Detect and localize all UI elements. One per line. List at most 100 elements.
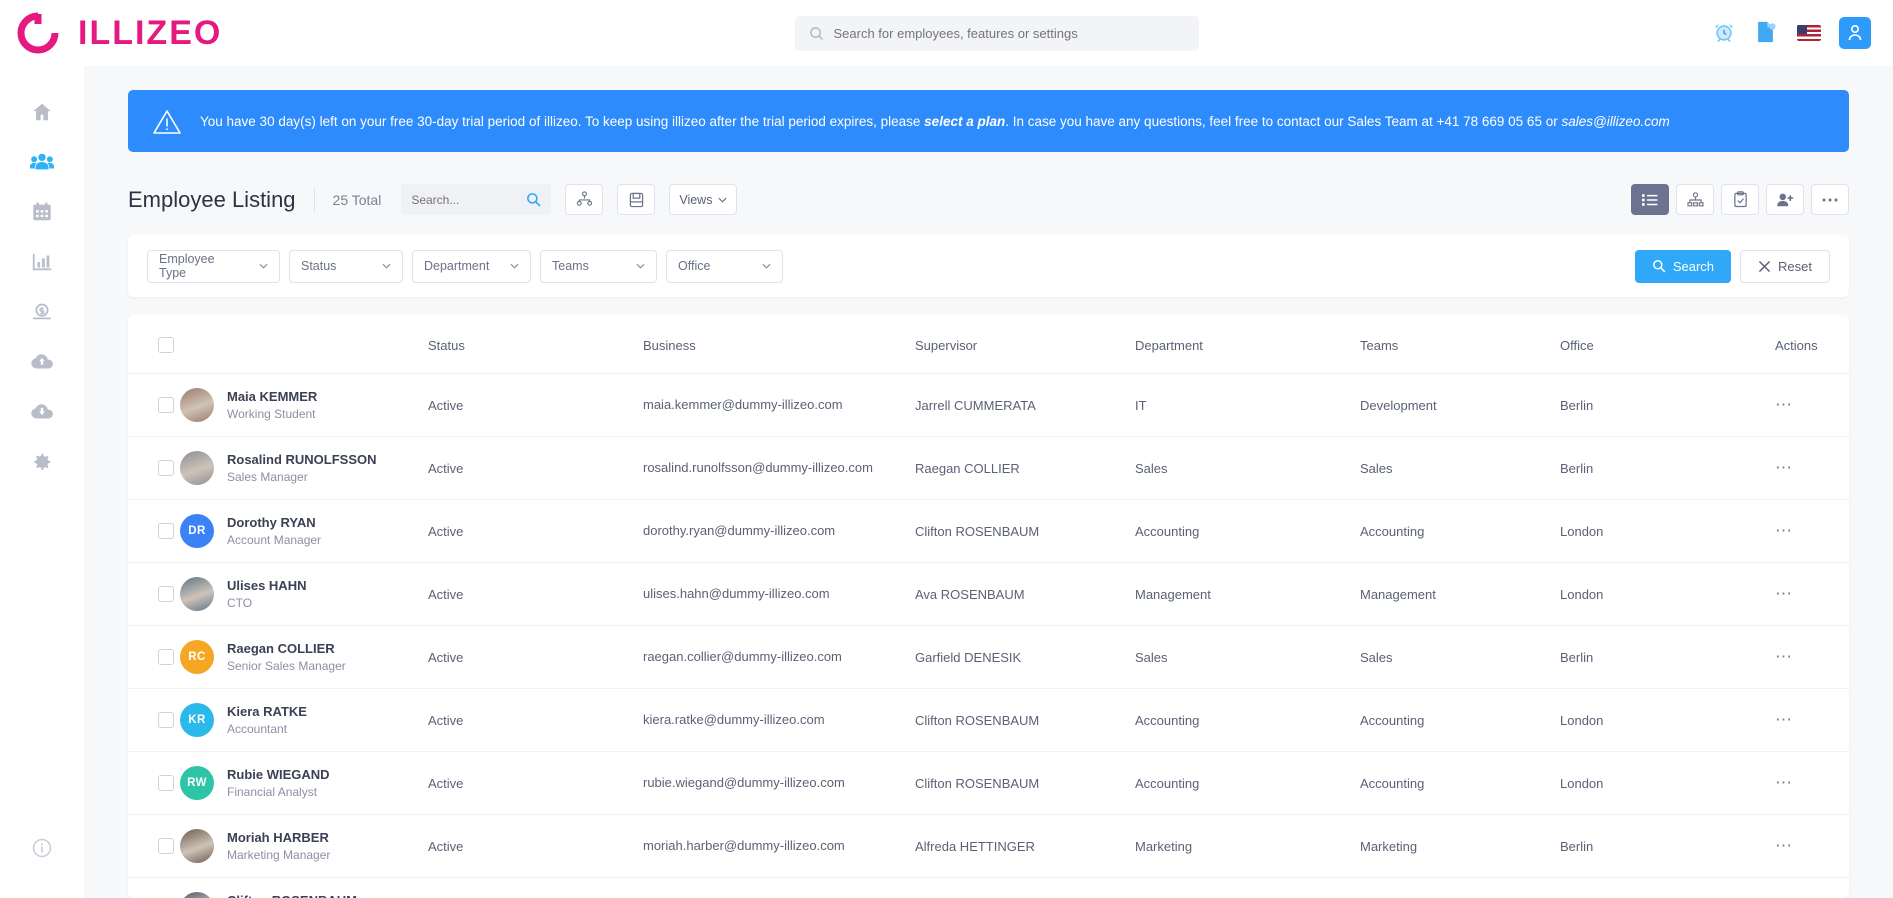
row-actions-cell: ⋯ [1775,688,1849,752]
row-more-options-icon[interactable]: ⋯ [1775,773,1794,792]
row-more-options-icon[interactable]: ⋯ [1775,836,1794,855]
employee-identity[interactable]: RC Raegan COLLIER Senior Sales Manager [180,640,428,674]
row-more-options-icon[interactable]: ⋯ [1775,521,1794,540]
row-department-cell: Accounting [1135,499,1360,563]
row-select-cell [128,751,180,815]
table-row[interactable]: DR Dorothy RYAN Account Manager Active d… [128,499,1849,563]
views-dropdown[interactable]: Views [669,184,738,215]
document-badge-icon[interactable] [1755,20,1779,46]
employee-identity[interactable]: KR Kiera RATKE Accountant [180,703,428,737]
employee-identity[interactable]: Rosalind RUNOLFSSON Sales Manager [180,451,428,485]
row-name-cell: Ulises HAHN CTO [180,562,428,626]
row-supervisor-cell: Raegan COLLIER [915,436,1135,500]
row-checkbox[interactable] [158,586,174,602]
list-view-button[interactable] [1631,184,1669,215]
cloud-upload-icon [30,351,54,373]
table-row[interactable]: RC Raegan COLLIER Senior Sales Manager A… [128,625,1849,689]
row-actions-cell: ⋯ [1775,499,1849,563]
row-more-options-icon[interactable]: ⋯ [1775,458,1794,477]
sidebar-item-settings[interactable] [18,438,66,486]
row-supervisor-cell: Alfreda HETTINGER [915,814,1135,878]
hierarchy-view-button[interactable] [1676,184,1714,215]
alarm-clock-icon[interactable] [1713,20,1737,46]
global-search-box[interactable] [794,15,1199,51]
row-more-options-icon[interactable]: ⋯ [1775,710,1794,729]
row-office-cell: London [1560,499,1775,563]
filter-teams[interactable]: Teams [540,249,657,283]
user-account-icon[interactable] [1839,17,1871,49]
filter-department[interactable]: Department [412,249,531,283]
sidebar-item-employees[interactable] [18,138,66,186]
app-shell: You have 30 day(s) left on your free 30-… [0,66,1893,898]
row-checkbox[interactable] [158,460,174,476]
global-search-input[interactable] [833,25,1185,41]
avatar [180,388,214,422]
row-office-cell: Berlin [1560,877,1775,898]
filter-office[interactable]: Office [666,249,783,283]
row-checkbox[interactable] [158,397,174,413]
select-plan-link[interactable]: select a plan [924,114,1005,129]
row-supervisor-cell: Jarrell CUMMERATA [915,373,1135,437]
header-department: Department [1135,315,1360,374]
row-checkbox[interactable] [158,649,174,665]
table-row[interactable]: Ulises HAHN CTO Active ulises.hahn@dummy… [128,562,1849,626]
row-select-cell [128,436,180,500]
org-chart-button[interactable] [565,184,604,215]
listing-search-box[interactable] [401,184,552,215]
sidebar-item-payroll[interactable] [18,288,66,336]
select-all-checkbox[interactable] [158,337,174,353]
sidebar-item-home[interactable] [18,88,66,136]
brand-logo[interactable]: ILLIZEO [0,11,280,55]
employee-name: Moriah HARBER [227,830,329,846]
row-name-cell: KR Kiera RATKE Accountant [180,688,428,752]
sidebar-item-import[interactable] [18,338,66,386]
search-icon [809,26,824,41]
clipboard-check-button[interactable] [1721,184,1759,215]
employee-identity[interactable]: Ulises HAHN CTO [180,577,428,611]
search-button[interactable]: Search [1634,249,1732,283]
row-name-cell: DR Dorothy RYAN Account Manager [180,499,428,563]
row-more-options-icon[interactable]: ⋯ [1775,395,1794,414]
sidebar-item-calendar[interactable] [18,188,66,236]
filter-status[interactable]: Status [289,249,403,283]
employee-identity[interactable]: DR Dorothy RYAN Account Manager [180,514,428,548]
table-row[interactable]: Moriah HARBER Marketing Manager Active m… [128,814,1849,878]
search-button-label: Search [1672,258,1715,274]
search-icon[interactable] [526,192,541,207]
row-status-cell: Active [428,751,643,815]
sidebar-item-reports[interactable] [18,238,66,286]
employee-identity[interactable]: Moriah HARBER Marketing Manager [180,829,428,863]
row-teams-cell: Sales [1360,436,1560,500]
employee-identity[interactable]: RW Rubie WIEGAND Financial Analyst [180,766,428,800]
row-actions-cell: ⋯ [1775,373,1849,437]
row-more-options-icon[interactable]: ⋯ [1775,647,1794,666]
sidebar-item-export[interactable] [18,388,66,436]
save-view-button[interactable] [617,184,656,215]
employee-identity[interactable]: Clifton ROSENBAUM Head of Finance [180,892,428,898]
table-row[interactable]: KR Kiera RATKE Accountant Active kiera.r… [128,688,1849,752]
employee-role: Sales Manager [227,469,308,484]
table-row[interactable]: RW Rubie WIEGAND Financial Analyst Activ… [128,751,1849,815]
row-checkbox[interactable] [158,775,174,791]
sidebar-item-info[interactable] [18,824,66,872]
row-checkbox[interactable] [158,712,174,728]
row-checkbox[interactable] [158,838,174,854]
reset-button[interactable]: Reset [1740,249,1830,283]
table-row[interactable]: Clifton ROSENBAUM Head of Finance Active… [128,877,1849,898]
listing-search-input[interactable] [411,192,521,207]
global-search-container [280,15,1713,51]
row-more-options-icon[interactable]: ⋯ [1775,584,1794,603]
row-teams-cell: Development [1360,373,1560,437]
row-checkbox[interactable] [158,523,174,539]
add-person-button[interactable] [1766,184,1804,215]
row-actions-cell: ⋯ [1775,625,1849,689]
filter-employee-type[interactable]: Employee Type [147,249,280,283]
more-options-button[interactable] [1811,184,1849,215]
table-row[interactable]: Rosalind RUNOLFSSON Sales Manager Active… [128,436,1849,500]
sales-email-link[interactable]: sales@illizeo.com [1561,114,1669,129]
employee-identity[interactable]: Maia KEMMER Working Student [180,388,428,422]
avatar [180,451,214,485]
row-office-cell: London [1560,751,1775,815]
table-row[interactable]: Maia KEMMER Working Student Active maia.… [128,373,1849,437]
us-flag-icon[interactable] [1797,20,1821,46]
